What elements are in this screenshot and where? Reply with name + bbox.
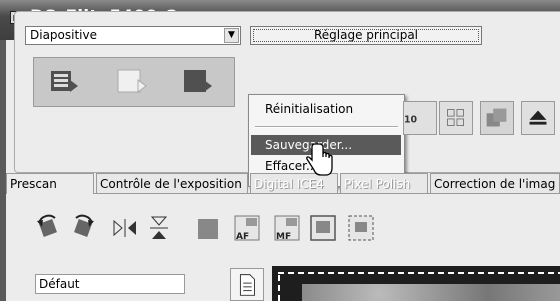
multi-frame-button[interactable] <box>439 101 473 135</box>
flip-vertical-button[interactable] <box>144 213 174 243</box>
final-scan-button[interactable] <box>180 66 216 98</box>
prescan-icon <box>117 69 147 93</box>
rotate-left-icon <box>37 214 57 237</box>
hand-cursor-icon <box>306 143 333 176</box>
manual-focus-button[interactable]: MF <box>272 213 302 243</box>
scan-toolbar <box>33 57 235 107</box>
flip-horizontal-button[interactable] <box>110 213 140 243</box>
auto-crop-icon <box>348 215 374 241</box>
tab-image-correction[interactable]: Correction de l'imag <box>430 173 560 193</box>
point-focus-icon <box>310 215 336 241</box>
eject-icon <box>529 110 547 125</box>
tab-pixel-polish[interactable]: Pixel Polish <box>340 173 428 193</box>
auto-crop-button[interactable] <box>346 213 376 243</box>
preview-area[interactable] <box>272 266 560 301</box>
menu-separator <box>255 126 398 128</box>
scanner-window: DS_Elite5400_2 Diapositive ▼ Réglage pri… <box>0 0 560 301</box>
rotate-right-button[interactable] <box>68 213 98 243</box>
chevron-down-icon[interactable]: ▼ <box>224 28 239 43</box>
rotate-right-icon <box>74 214 94 237</box>
mf-label: MF <box>276 232 291 242</box>
cropping-tool-button[interactable]: 10 <box>403 101 437 135</box>
menu-item-reset[interactable]: Réinitialisation <box>251 99 401 119</box>
svg-text:10: 10 <box>404 115 418 126</box>
eject-button[interactable] <box>521 101 555 135</box>
flip-horizontal-icon <box>113 219 136 237</box>
autofocus-button[interactable]: AF <box>232 213 262 243</box>
index-scan-button[interactable] <box>46 66 82 98</box>
prescan-button[interactable] <box>114 66 150 98</box>
preset-field[interactable]: Défaut <box>35 274 185 294</box>
film-type-dropdown[interactable]: Diapositive ▼ <box>25 26 241 45</box>
af-label: AF <box>236 232 249 242</box>
preset-file-button[interactable] <box>230 268 264 301</box>
document-icon <box>239 274 255 296</box>
tab-exposure-control[interactable]: Contrôle de l'exposition <box>96 173 248 193</box>
final-scan-icon <box>184 70 212 92</box>
flip-vertical-icon <box>150 216 168 239</box>
tab-bar: Prescan Contrôle de l'exposition Digital… <box>0 173 560 194</box>
color-square-icon <box>198 219 218 239</box>
index-scan-icon <box>51 71 78 92</box>
film-type-value: Diapositive <box>30 28 97 42</box>
main-setting-button[interactable]: Réglage principal <box>250 26 482 45</box>
color-tool-button[interactable] <box>192 213 222 243</box>
manual-focus-icon: MF <box>274 215 300 242</box>
layers-icon <box>486 108 507 127</box>
autofocus-icon: AF <box>234 215 260 242</box>
layers-button[interactable] <box>480 101 514 135</box>
rotate-left-button[interactable] <box>33 213 63 243</box>
hdr-icon: 10 <box>404 115 418 126</box>
grid-icon <box>447 109 464 126</box>
point-focus-button[interactable] <box>308 213 338 243</box>
tab-prescan[interactable]: Prescan <box>6 173 94 194</box>
